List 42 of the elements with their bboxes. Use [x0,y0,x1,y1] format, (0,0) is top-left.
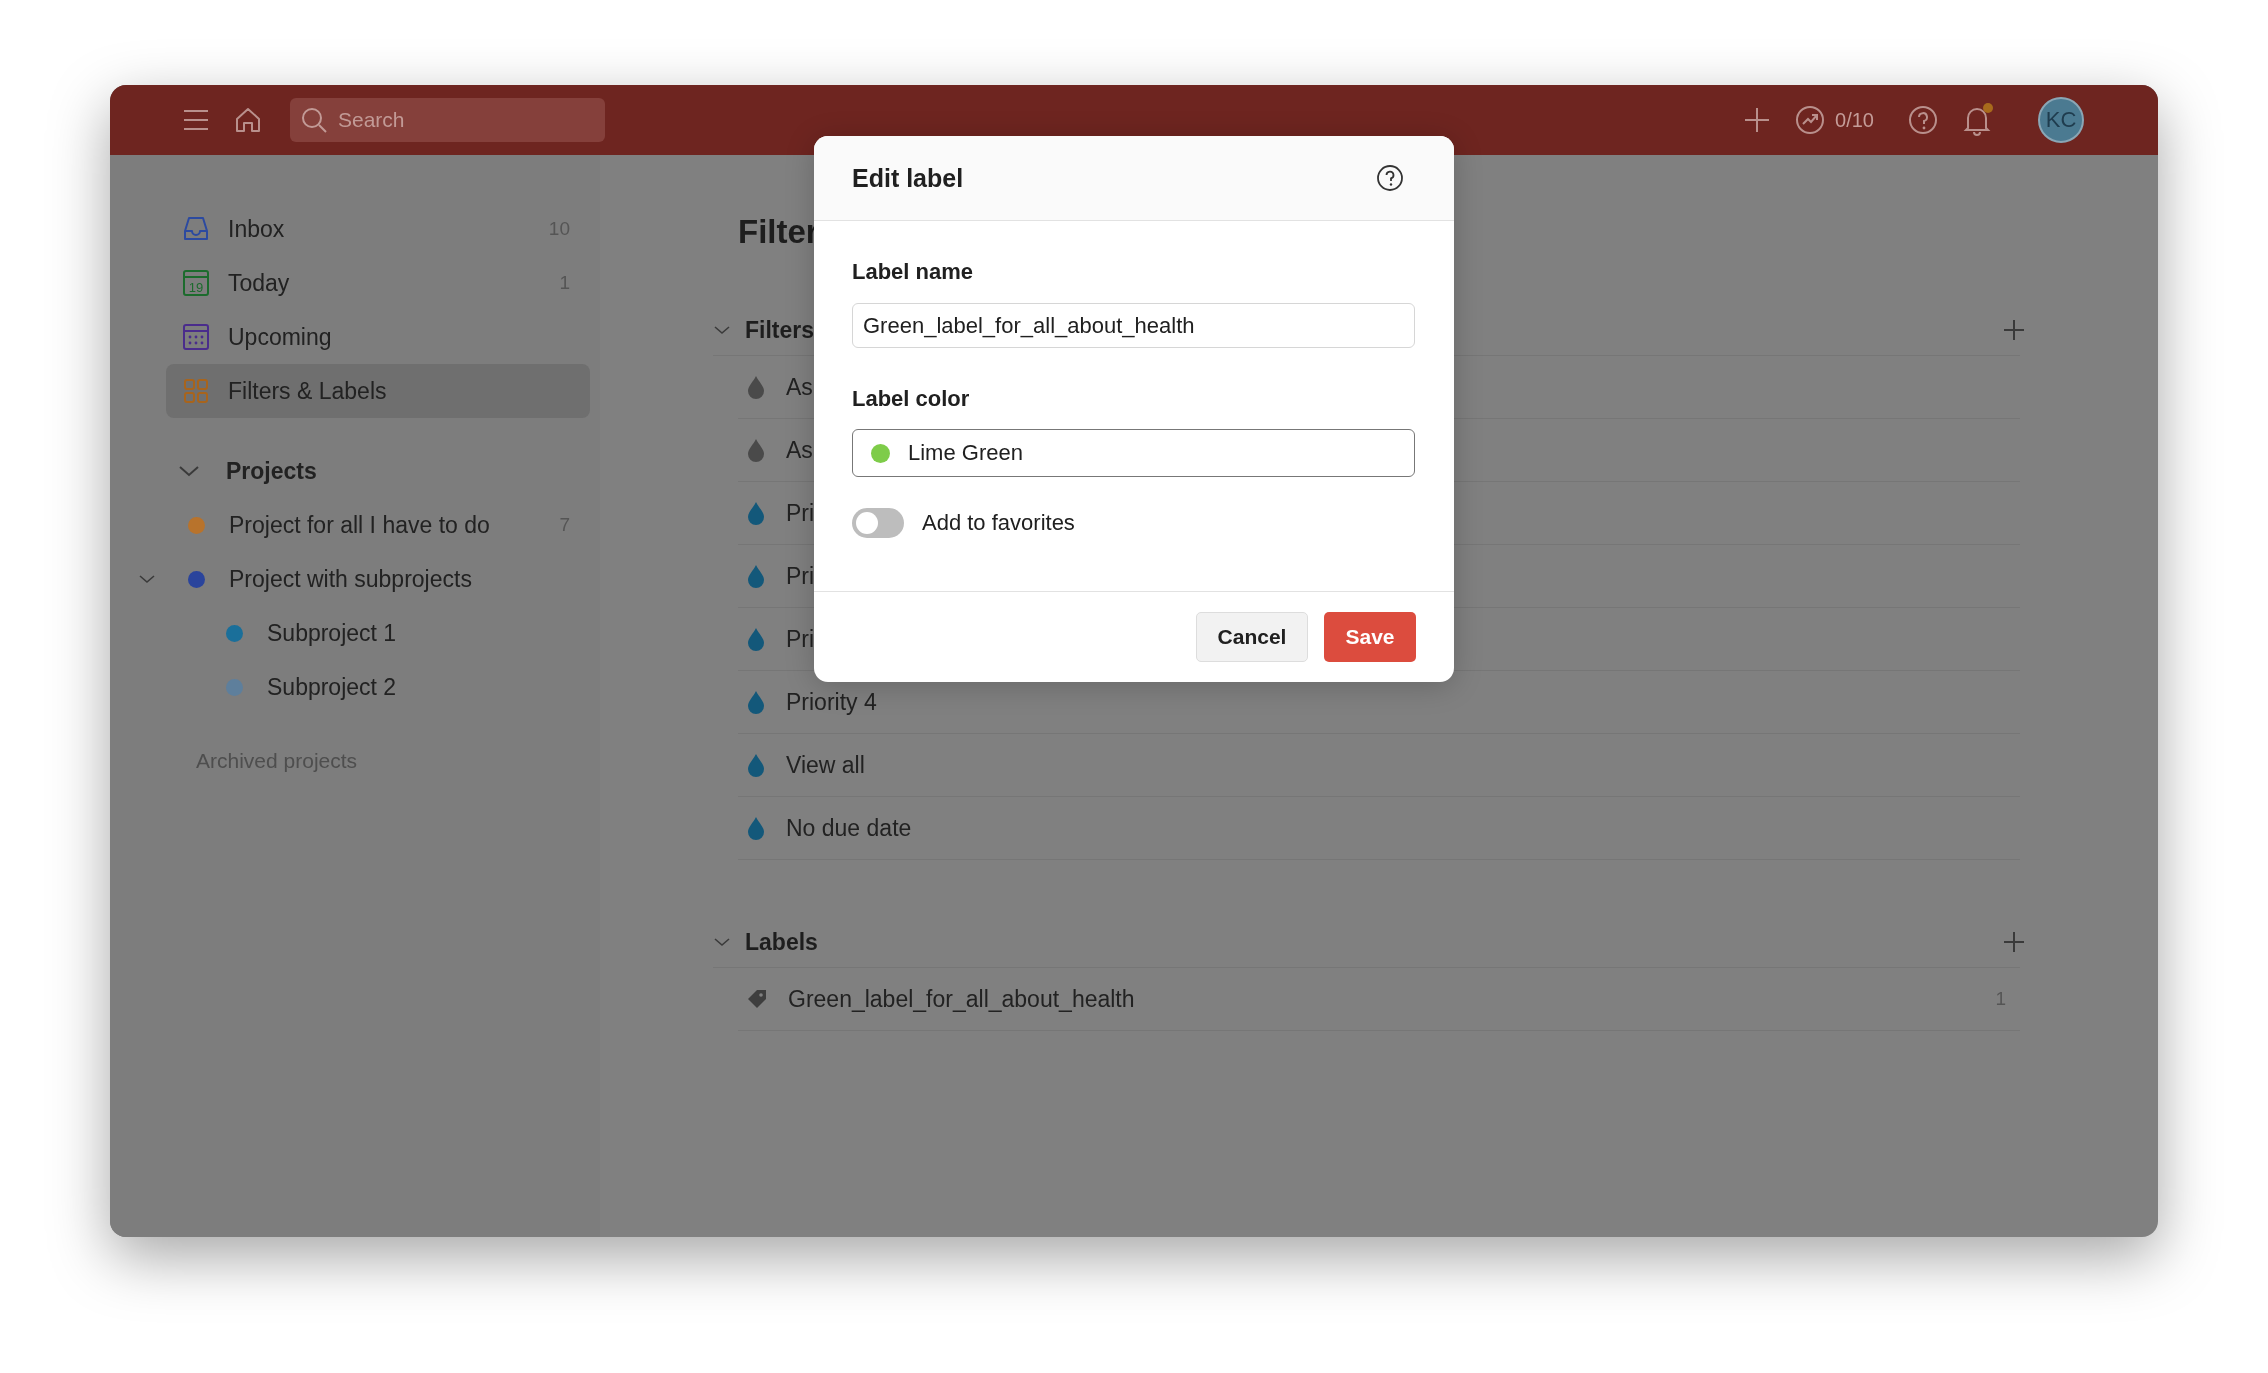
label-name-field[interactable]: Green_label_for_all_about_health [852,303,1415,348]
search-bar[interactable]: Search [290,98,605,142]
calendar-grid-icon [182,323,210,351]
search-icon [300,106,328,134]
toggle-label: Add to favorites [922,510,1075,536]
chevron-icon[interactable] [138,573,156,585]
karma-button[interactable]: 0/10 [1795,105,1874,135]
field-label: Label color [852,385,971,413]
chevron-down-icon[interactable] [713,936,731,948]
add-icon[interactable] [2002,930,2026,954]
search-field[interactable]: Search [336,107,580,133]
dialog-title: Edit label [852,163,964,193]
subproject-item[interactable]: Subproject 2 [166,660,590,714]
section-heading: Filters [745,316,815,344]
cancel-button[interactable]: Cancel [1196,612,1308,662]
add-icon[interactable] [2002,318,2026,342]
save-button[interactable]: Save [1324,612,1416,662]
calendar-icon: 19 [182,269,210,297]
project-item[interactable]: Project with subprojects [166,552,590,606]
help-icon[interactable] [1376,164,1404,192]
user-avatar[interactable]: KC [2038,97,2084,143]
home-icon[interactable] [234,106,262,134]
tag-icon [746,988,768,1010]
subproject-item[interactable]: Subproject 1 [166,606,590,660]
label-color-select[interactable]: Lime Green [852,429,1415,477]
chevron-down-icon[interactable] [178,464,200,478]
notification-bell-icon[interactable] [1962,103,1994,137]
section-heading: Projects [226,457,317,485]
sidebar-item[interactable]: Filters & Labels [166,364,590,418]
menu-icon[interactable] [182,108,210,132]
grid-icon [182,377,210,405]
filter-item[interactable]: No due date [738,797,2020,860]
sidebar-item[interactable]: Upcoming [166,310,590,364]
inbox-icon [182,215,210,243]
page-title: Filter [737,213,820,252]
favorites-toggle[interactable] [852,508,904,538]
chevron-down-icon[interactable] [713,324,731,336]
add-icon[interactable] [1743,106,1772,134]
trend-icon [1795,105,1826,135]
section-heading: Labels [745,928,818,956]
filter-item[interactable]: View all [738,734,2020,797]
field-label: Label name [852,258,975,286]
